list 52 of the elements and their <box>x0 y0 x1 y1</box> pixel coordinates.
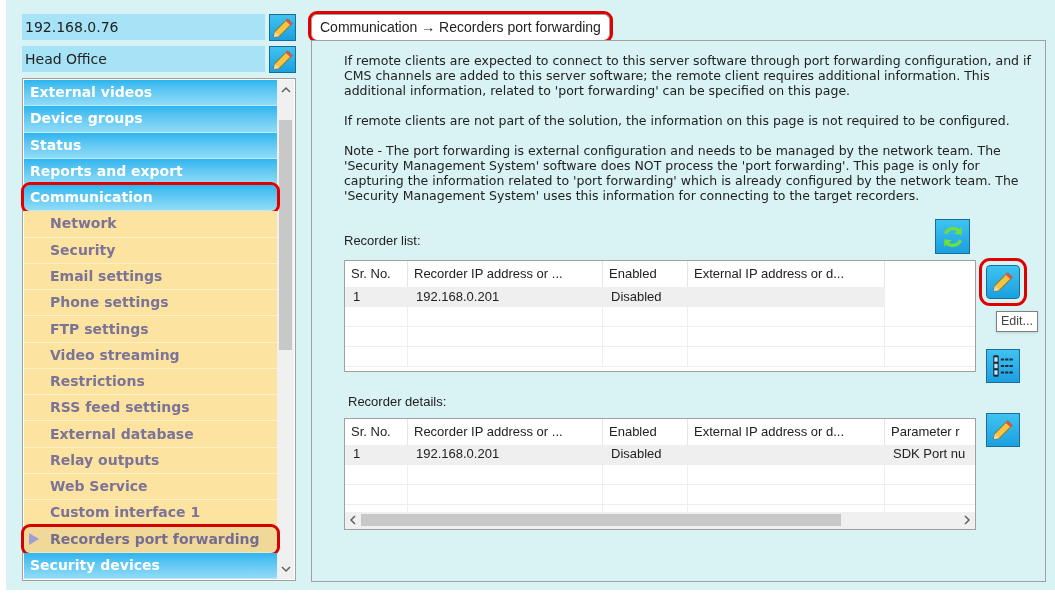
vertical-scrollbar[interactable] <box>277 80 294 579</box>
refresh-button[interactable] <box>935 219 970 254</box>
pencil-icon <box>992 271 1014 293</box>
horizontal-scrollbar[interactable] <box>345 511 975 529</box>
sidebar-item[interactable]: External videos <box>24 80 277 107</box>
edit-details-button[interactable] <box>986 413 1020 447</box>
table-cell: 192.168.0.201 <box>416 287 500 306</box>
column-header[interactable]: Recorder IP address or ... <box>408 418 603 445</box>
table-cell-text: SDK Port nu <box>893 445 966 464</box>
triangle-icon <box>29 533 39 546</box>
table-cell-text: 192.168.0.201 <box>416 445 500 464</box>
pencil-icon <box>271 16 294 39</box>
list-icon <box>990 353 1016 379</box>
column-header[interactable]: Sr. No. <box>345 418 408 445</box>
table-cell-text: Disabled <box>611 445 662 464</box>
paragraph: Note - The port forwarding is external configuration and needs to be managed by the network team. The 'Security Management System' software does NOT process the 'port forwarding'. This page is only for capturing the information related to 'port forwarding' which is already configured by the network team. The 'Security Management System' uses this information for connecting to the target recorders. <box>344 143 1020 203</box>
column-header[interactable]: External IP address or d... <box>688 418 885 445</box>
column-header[interactable]: Enabled <box>603 418 688 445</box>
column-header[interactable]: Parameter r <box>885 418 975 445</box>
sidebar-item[interactable]: Security devices <box>24 552 277 580</box>
sidebar-item[interactable]: Network <box>24 211 277 238</box>
sidebar-item[interactable]: Video streaming <box>24 342 277 369</box>
sidebar-item[interactable]: RSS feed settings <box>24 395 277 422</box>
table-cell-text: 1 <box>353 445 361 464</box>
page-tab[interactable]: Communication → Recorders port forwarding <box>311 14 610 40</box>
site-field[interactable]: Head Office <box>22 46 265 72</box>
table-cell: Disabled <box>611 287 662 306</box>
pencil-icon <box>271 48 294 71</box>
pencil-icon <box>992 419 1014 441</box>
sidebar-item[interactable]: Phone settings <box>24 290 277 317</box>
sidebar-item[interactable]: Email settings <box>24 263 277 291</box>
sidebar-item[interactable]: Restrictions <box>24 368 277 396</box>
sidebar-item[interactable]: Communication <box>24 185 277 212</box>
table-cell: 1 <box>353 287 361 306</box>
sidebar-item[interactable]: Custom interface 1 <box>24 500 277 527</box>
sidebar-item[interactable]: Device groups <box>24 106 277 133</box>
sidebar-item[interactable]: Relay outputs <box>24 447 277 474</box>
details-button[interactable] <box>986 349 1020 383</box>
paragraph: If remote clients are expected to connect to this server software through port forwarding configuration, and if CMS channels are added to this server software; the remote client requires additional information. This additional information, related to 'port forwarding' can be specified on this page. <box>344 53 1031 98</box>
edit-button[interactable] <box>269 14 296 41</box>
sidebar-item[interactable]: Status <box>24 132 277 159</box>
sidebar-item[interactable]: External database <box>24 421 277 448</box>
sidebar-item[interactable]: Web Service <box>24 474 277 501</box>
section-label: Recorder details: <box>348 393 448 411</box>
sidebar-item[interactable]: FTP settings <box>24 316 277 343</box>
tooltip: Edit... <box>996 311 1038 332</box>
server-field[interactable]: 192.168.0.76 <box>22 14 265 40</box>
paragraph: If remote clients are not part of the solution, the information on this page is not required to be configured. <box>344 113 1011 128</box>
section-label: Recorder list: <box>344 231 421 250</box>
edit-button[interactable] <box>269 46 296 73</box>
sidebar-item[interactable]: Security <box>24 237 277 264</box>
sidebar-item[interactable]: Recorders port forwarding <box>24 526 277 553</box>
